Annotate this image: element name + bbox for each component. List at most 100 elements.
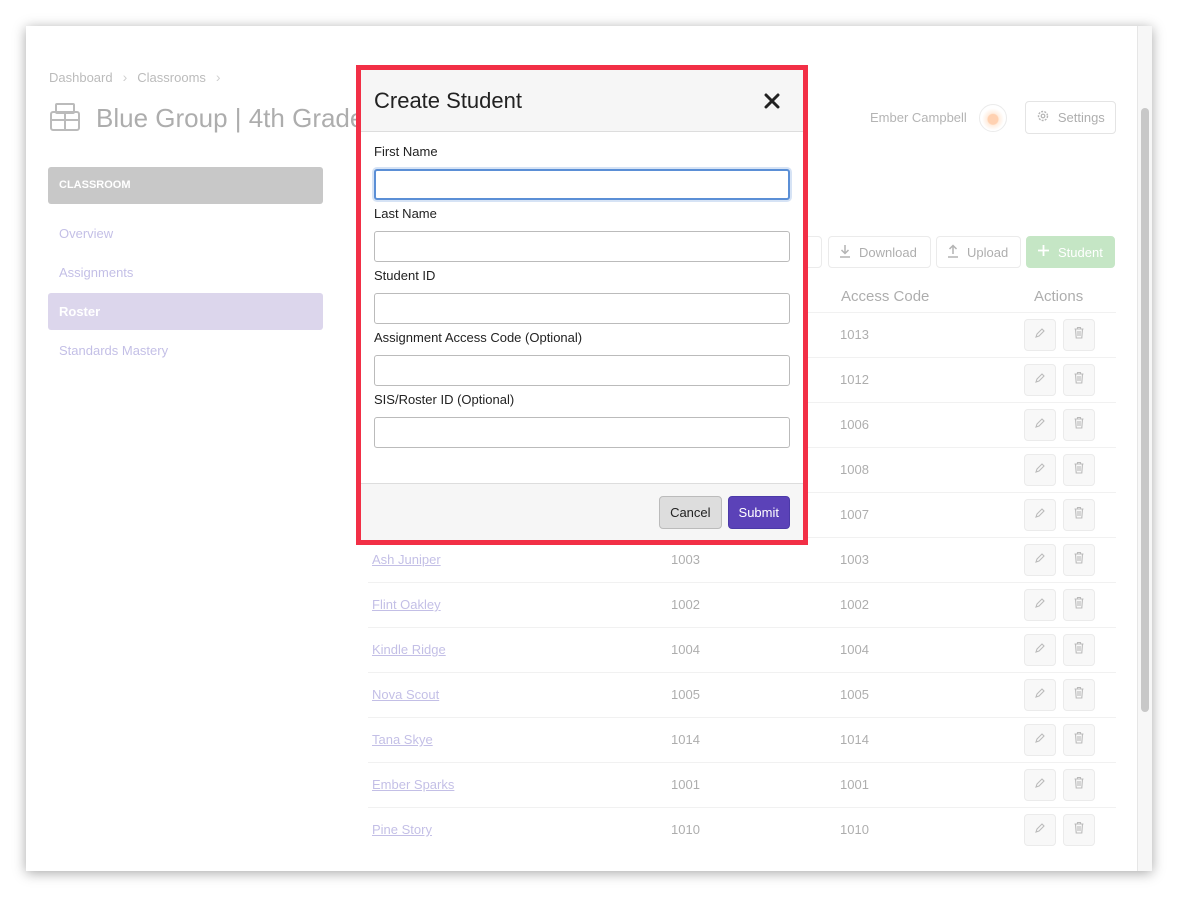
create-student-modal: Create Student First Name Last Name Stud… xyxy=(356,65,808,545)
edit-button[interactable] xyxy=(1024,724,1056,756)
breadcrumb-dashboard[interactable]: Dashboard xyxy=(49,70,113,85)
delete-button[interactable] xyxy=(1063,634,1095,666)
trash-icon xyxy=(1073,686,1085,704)
student-id-cell: 1005 xyxy=(671,687,700,702)
edit-button[interactable] xyxy=(1024,679,1056,711)
student-name-link[interactable]: Tana Skye xyxy=(372,732,433,747)
access-code-cell: 1013 xyxy=(840,327,869,342)
edit-button[interactable] xyxy=(1024,409,1056,441)
edit-button[interactable] xyxy=(1024,454,1056,486)
table-row: Tana Skye 1014 1014 xyxy=(368,717,1116,763)
scrollbar[interactable] xyxy=(1137,26,1152,871)
delete-button[interactable] xyxy=(1063,679,1095,711)
upload-button[interactable]: Upload xyxy=(936,236,1021,268)
edit-button[interactable] xyxy=(1024,499,1056,531)
edit-button[interactable] xyxy=(1024,814,1056,846)
sidebar-item-assignments[interactable]: Assignments xyxy=(59,265,133,280)
access-code-cell: 1014 xyxy=(840,732,869,747)
column-header-access-code: Access Code xyxy=(841,288,930,305)
student-name-link[interactable]: Pine Story xyxy=(372,822,432,837)
delete-button[interactable] xyxy=(1063,724,1095,756)
pencil-icon xyxy=(1034,731,1046,749)
user-area: Ember Campbell Settings xyxy=(870,101,1116,134)
submit-button[interactable]: Submit xyxy=(727,495,790,529)
edit-button[interactable] xyxy=(1024,544,1056,576)
table-row: Pine Story 1010 1010 xyxy=(368,807,1116,853)
trash-icon xyxy=(1073,821,1085,839)
table-row: Nova Scout 1005 1005 xyxy=(368,672,1116,718)
delete-button[interactable] xyxy=(1063,769,1095,801)
student-id-cell: 1003 xyxy=(671,552,700,567)
edit-button[interactable] xyxy=(1024,634,1056,666)
plus-icon xyxy=(1037,244,1050,260)
edit-button[interactable] xyxy=(1024,769,1056,801)
access-code-cell: 1002 xyxy=(840,597,869,612)
upload-label: Upload xyxy=(967,244,1009,260)
table-row: Ash Juniper 1003 1003 xyxy=(368,537,1116,583)
pencil-icon xyxy=(1034,776,1046,794)
sis-roster-id-input[interactable] xyxy=(374,417,790,448)
student-id-group: Student ID xyxy=(374,268,790,324)
last-name-group: Last Name xyxy=(374,206,790,262)
cancel-button[interactable]: Cancel xyxy=(659,495,722,529)
avatar[interactable] xyxy=(978,103,1007,132)
delete-button[interactable] xyxy=(1063,454,1095,486)
pencil-icon xyxy=(1034,506,1046,524)
gear-icon xyxy=(1036,109,1050,126)
access-code-cell: 1005 xyxy=(840,687,869,702)
trash-icon xyxy=(1073,326,1085,344)
trash-icon xyxy=(1073,551,1085,569)
pencil-icon xyxy=(1034,596,1046,614)
student-id-cell: 1010 xyxy=(671,822,700,837)
edit-button[interactable] xyxy=(1024,319,1056,351)
student-id-cell: 1001 xyxy=(671,777,700,792)
sidebar-header: CLASSROOM xyxy=(48,167,323,204)
delete-button[interactable] xyxy=(1063,364,1095,396)
delete-button[interactable] xyxy=(1063,589,1095,621)
delete-button[interactable] xyxy=(1063,544,1095,576)
scrollbar-thumb[interactable] xyxy=(1141,108,1149,712)
student-name-link[interactable]: Nova Scout xyxy=(372,687,439,702)
add-student-button[interactable]: Student xyxy=(1026,236,1115,268)
delete-button[interactable] xyxy=(1063,409,1095,441)
add-student-label: Student xyxy=(1058,244,1103,260)
column-header-actions: Actions xyxy=(1034,288,1084,305)
user-name[interactable]: Ember Campbell xyxy=(870,110,967,125)
trash-icon xyxy=(1073,596,1085,614)
table-row: Ember Sparks 1001 1001 xyxy=(368,762,1116,808)
modal-footer: Cancel Submit xyxy=(361,483,803,540)
settings-label: Settings xyxy=(1057,110,1105,125)
sis-roster-id-group: SIS/Roster ID (Optional) xyxy=(374,392,790,448)
delete-button[interactable] xyxy=(1063,319,1095,351)
trash-icon xyxy=(1073,776,1085,794)
sidebar-item-overview[interactable]: Overview xyxy=(59,226,113,241)
student-id-input[interactable] xyxy=(374,293,790,324)
edit-button[interactable] xyxy=(1024,589,1056,621)
download-button[interactable]: Download xyxy=(828,236,931,268)
table-row: Kindle Ridge 1004 1004 xyxy=(368,627,1116,673)
student-name-link[interactable]: Ash Juniper xyxy=(372,552,441,567)
delete-button[interactable] xyxy=(1063,814,1095,846)
first-name-label: First Name xyxy=(374,144,438,159)
delete-button[interactable] xyxy=(1063,499,1095,531)
trash-icon xyxy=(1073,371,1085,389)
breadcrumb-classrooms[interactable]: Classrooms xyxy=(137,70,206,85)
breadcrumb: Dashboard › Classrooms › xyxy=(49,69,221,85)
close-icon[interactable] xyxy=(761,90,783,112)
student-name-link[interactable]: Kindle Ridge xyxy=(372,642,446,657)
settings-button[interactable]: Settings xyxy=(1024,101,1116,134)
first-name-input[interactable] xyxy=(374,169,790,200)
edit-button[interactable] xyxy=(1024,364,1056,396)
sidebar-item-standards-mastery[interactable]: Standards Mastery xyxy=(59,343,168,358)
access-code-input[interactable] xyxy=(374,355,790,386)
upload-icon xyxy=(947,243,959,261)
pencil-icon xyxy=(1034,416,1046,434)
student-name-link[interactable]: Ember Sparks xyxy=(372,777,454,792)
download-icon xyxy=(839,244,851,261)
pencil-icon xyxy=(1034,326,1046,344)
student-name-link[interactable]: Flint Oakley xyxy=(372,597,441,612)
sis-roster-id-label: SIS/Roster ID (Optional) xyxy=(374,392,515,407)
trash-icon xyxy=(1073,416,1085,434)
sidebar-item-roster[interactable]: Roster xyxy=(48,293,323,330)
last-name-input[interactable] xyxy=(374,231,790,262)
